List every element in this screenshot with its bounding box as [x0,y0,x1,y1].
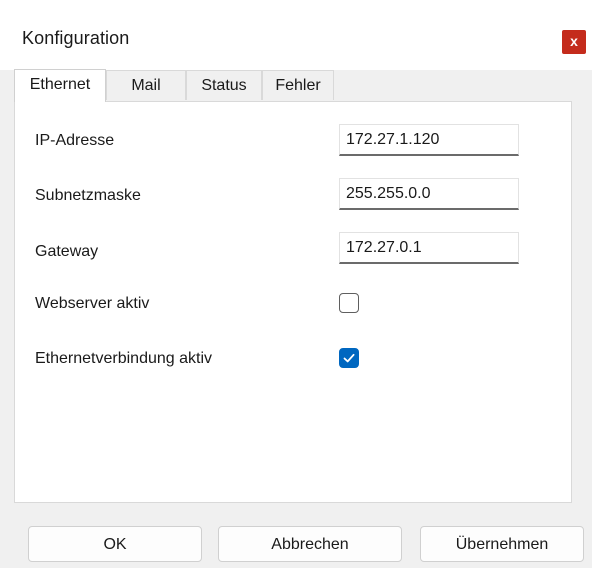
tab-ethernet-label: Ethernet [29,76,91,93]
webserver-checkbox[interactable] [339,293,359,313]
gateway-input[interactable] [339,232,519,264]
ip-address-input[interactable] [339,124,519,156]
subnet-mask-label: Subnetzmaske [35,187,141,204]
ok-button[interactable]: OK [28,526,202,562]
close-button[interactable]: x [562,30,586,54]
ethernet-panel: IP-Adresse Subnetzmaske Gateway Webserve… [14,101,572,503]
tab-status-label: Status [201,77,247,94]
subnet-mask-input[interactable] [339,178,519,210]
config-dialog: Konfiguration x Ethernet Mail Status Feh… [0,0,592,568]
webserver-label: Webserver aktiv [35,295,150,312]
ethernet-connection-checkbox[interactable] [339,348,359,368]
gateway-label: Gateway [35,243,99,260]
window-title: Konfiguration [22,28,130,48]
tab-fehler-label: Fehler [275,77,321,94]
ip-address-label: IP-Adresse [35,132,115,149]
apply-button[interactable]: Übernehmen [420,526,584,562]
ethernet-connection-label: Ethernetverbindung aktiv [35,350,212,367]
cancel-button[interactable]: Abbrechen [218,526,402,562]
tab-mail-label: Mail [131,77,161,94]
tab-fehler[interactable]: Fehler [262,70,334,100]
checkmark-icon [343,353,355,363]
tab-strip: Ethernet Mail Status Fehler [14,69,574,102]
close-icon: x [570,33,578,49]
tab-mail[interactable]: Mail [106,70,186,100]
title-bar: Konfiguration x [0,0,592,70]
tab-status[interactable]: Status [186,70,262,100]
tab-ethernet[interactable]: Ethernet [14,69,106,102]
